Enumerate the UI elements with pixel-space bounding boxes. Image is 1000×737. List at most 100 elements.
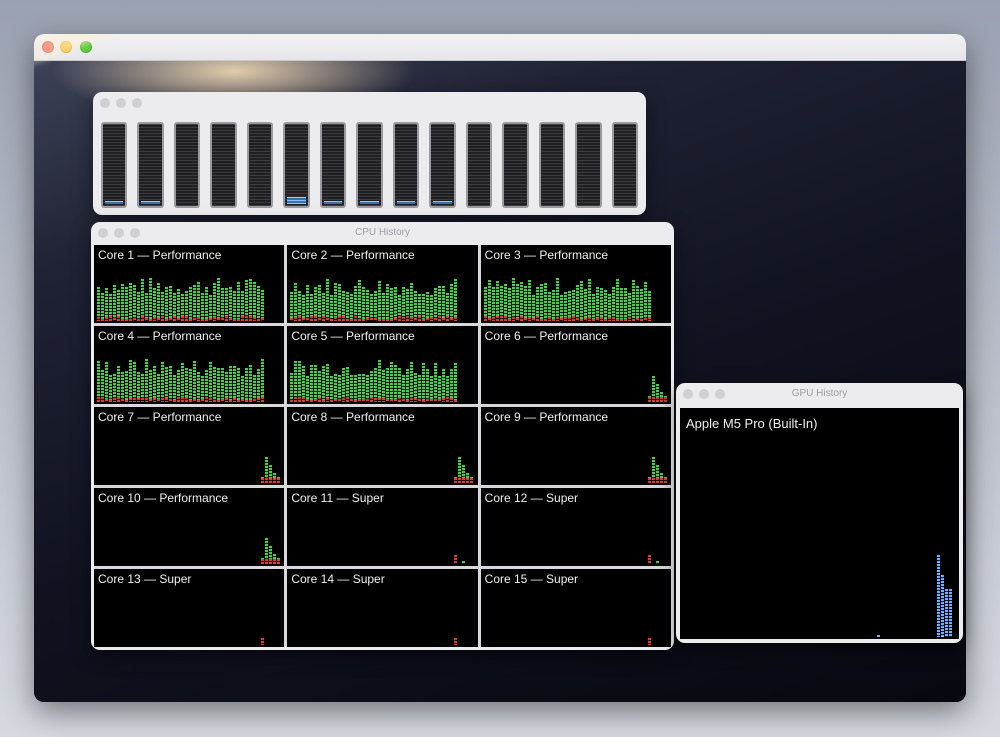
user-load-bar [314, 365, 318, 402]
core-history-graph [97, 261, 281, 321]
user-load-bar [145, 293, 148, 321]
user-load-bar [213, 367, 216, 402]
system-load-bar [213, 317, 216, 321]
system-load-bar [446, 397, 450, 402]
system-load-bar [515, 318, 519, 321]
system-load-bar [394, 399, 398, 402]
user-load-bar [113, 285, 116, 321]
system-load-bar [370, 318, 374, 321]
system-load-bar [137, 398, 140, 402]
user-load-bar [623, 288, 627, 321]
system-load-bar [422, 400, 426, 402]
core-history-graph [290, 261, 474, 321]
system-load-bar [454, 638, 458, 645]
system-load-bar [145, 398, 148, 402]
system-load-bar [354, 400, 358, 402]
meter-close-button[interactable] [100, 98, 110, 108]
system-load-bar [398, 397, 402, 402]
cpu-meter-10 [429, 122, 456, 208]
system-load-bar [97, 397, 100, 402]
cpu-history-window[interactable]: CPU History Core 1 — Performance Core 2 —… [91, 222, 674, 650]
user-load-bar [105, 362, 108, 402]
system-load-bar [233, 319, 236, 321]
user-load-bar [354, 375, 358, 402]
core-label: Core 13 — Super [98, 572, 192, 586]
system-load-bar [330, 319, 334, 321]
user-load-bar [410, 362, 414, 402]
system-load-bar [374, 318, 378, 321]
cpu-usage-meter-window[interactable] [93, 92, 646, 215]
gpu-history-window[interactable]: GPU History Apple M5 Pro (Built-In) [676, 383, 963, 643]
system-load-bar [290, 400, 294, 402]
user-load-bar [129, 283, 132, 321]
system-load-bar [173, 400, 176, 402]
system-load-bar [181, 397, 184, 402]
user-load-bar [137, 292, 140, 321]
user-load-bar [511, 278, 515, 321]
core-graph-15: Core 15 — Super [480, 569, 671, 647]
system-load-bar [454, 555, 458, 564]
gpu-history-titlebar[interactable]: GPU History [676, 383, 963, 405]
system-load-bar [237, 319, 240, 321]
user-load-bar [366, 375, 370, 402]
system-load-bar [249, 316, 252, 321]
user-load-bar [639, 289, 643, 321]
system-load-bar [189, 400, 192, 402]
system-load-bar [137, 319, 140, 321]
user-load-bar [221, 288, 224, 321]
user-load-bar [579, 281, 583, 321]
core-label: Core 4 — Performance [98, 329, 222, 343]
system-load-bar [161, 316, 164, 321]
user-load-bar [366, 290, 370, 321]
meter-zoom-button[interactable] [132, 98, 142, 108]
user-load-bar [591, 294, 595, 321]
user-load-bar [619, 288, 623, 321]
user-load-bar [189, 369, 192, 402]
cpu-meter-3 [173, 122, 201, 208]
user-load-bar [394, 365, 398, 402]
user-load-bar [197, 282, 200, 321]
system-load-bar [149, 319, 152, 321]
system-load-bar [233, 398, 236, 402]
system-load-bar [446, 316, 450, 321]
system-load-bar [322, 400, 326, 402]
cpu-meter-7 [319, 122, 347, 208]
cpu-history-titlebar[interactable]: CPU History [91, 222, 674, 244]
system-load-bar [647, 555, 651, 564]
system-load-bar [201, 319, 204, 321]
system-load-bar [318, 318, 322, 321]
cpu-meter-2 [137, 122, 164, 208]
user-load-bar [249, 279, 252, 321]
system-load-bar [527, 317, 531, 321]
system-load-bar [221, 318, 224, 321]
user-load-bar [326, 364, 330, 402]
gpu-graph-panel: Apple M5 Pro (Built-In) [680, 408, 959, 639]
system-load-bar [607, 317, 611, 321]
system-load-bar [595, 318, 599, 321]
system-load-bar [149, 399, 152, 402]
system-load-bar [121, 319, 124, 321]
user-load-bar [290, 373, 294, 402]
user-load-bar [294, 361, 298, 402]
user-load-bar [101, 293, 104, 321]
system-load-bar [213, 400, 216, 402]
system-load-bar [663, 478, 667, 483]
user-load-bar [414, 291, 418, 321]
user-load-bar [603, 290, 607, 321]
user-load-bar [495, 281, 499, 321]
cpu-meter-4 [210, 122, 237, 208]
system-load-bar [346, 319, 350, 321]
system-load-bar [229, 400, 232, 402]
user-load-bar [129, 360, 132, 402]
user-load-bar [539, 284, 543, 321]
meter-window-titlebar[interactable] [93, 92, 646, 114]
gpu-load-bar [941, 575, 944, 637]
system-load-bar [615, 319, 619, 321]
system-load-bar [539, 319, 543, 321]
meter-minimize-button[interactable] [116, 98, 126, 108]
system-load-bar [298, 316, 302, 321]
core-history-graph [97, 585, 281, 645]
cpu-meter-fill [141, 201, 160, 204]
user-load-bar [201, 293, 204, 321]
user-load-bar [141, 279, 144, 321]
